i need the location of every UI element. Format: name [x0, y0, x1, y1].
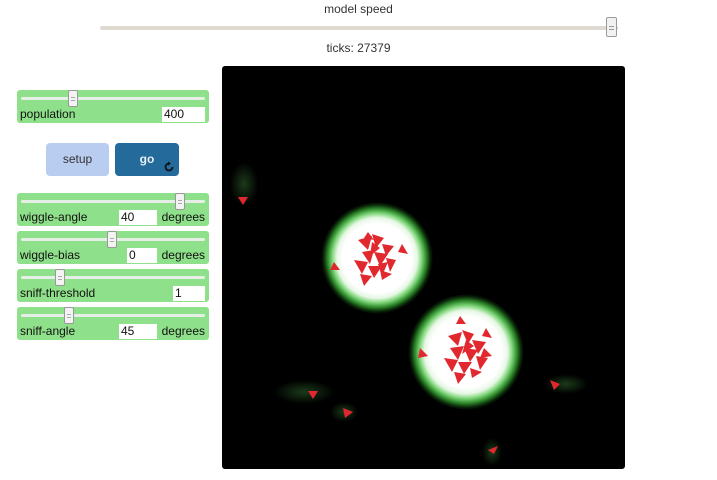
wiggle-bias-units: degrees: [161, 248, 205, 262]
sniff-threshold-slider-handle[interactable]: [55, 269, 65, 286]
ticks-counter: ticks: 27379: [326, 41, 391, 55]
wiggle-bias-slider[interactable]: wiggle-bias 0 degrees: [17, 231, 209, 264]
setup-button-label: setup: [62, 152, 93, 166]
world-view[interactable]: [222, 66, 625, 469]
pheromone-trail: [544, 374, 588, 394]
sniff-angle-slider-track[interactable]: [21, 314, 205, 317]
wiggle-bias-label: wiggle-bias: [20, 248, 81, 262]
sniff-angle-units: degrees: [161, 324, 205, 338]
world-canvas: [230, 162, 588, 466]
wiggle-angle-value[interactable]: 40: [119, 210, 157, 225]
population-slider-handle[interactable]: [68, 90, 78, 107]
wiggle-angle-slider[interactable]: wiggle-angle 40 degrees: [17, 193, 209, 226]
pheromone-trail: [274, 380, 334, 404]
sniff-threshold-slider[interactable]: sniff-threshold 1: [17, 269, 209, 302]
wiggle-bias-value[interactable]: 0: [127, 248, 157, 263]
wiggle-bias-slider-handle[interactable]: [107, 231, 117, 248]
sniff-threshold-label: sniff-threshold: [20, 286, 96, 300]
go-button[interactable]: go: [115, 143, 179, 176]
population-label: population: [20, 107, 76, 121]
go-button-label: go: [139, 152, 155, 166]
setup-button[interactable]: setup: [46, 143, 109, 176]
population-slider-track[interactable]: [21, 97, 205, 100]
wiggle-angle-units: degrees: [161, 210, 205, 224]
population-slider[interactable]: population 400: [17, 90, 209, 123]
sniff-angle-value[interactable]: 45: [119, 324, 157, 339]
model-speed-slider-handle[interactable]: [606, 17, 617, 37]
population-value[interactable]: 400: [162, 107, 205, 122]
model-speed-label: model speed: [324, 2, 393, 16]
forever-icon: [164, 161, 174, 172]
model-speed-track[interactable]: [100, 26, 618, 30]
sniff-angle-slider-handle[interactable]: [64, 307, 74, 324]
wiggle-angle-label: wiggle-angle: [20, 210, 88, 224]
sniff-angle-label: sniff-angle: [20, 324, 76, 338]
wiggle-angle-slider-handle[interactable]: [175, 193, 185, 210]
sniff-threshold-value[interactable]: 1: [173, 286, 205, 301]
sniff-threshold-slider-track[interactable]: [21, 276, 205, 279]
sniff-angle-slider[interactable]: sniff-angle 45 degrees: [17, 307, 209, 340]
